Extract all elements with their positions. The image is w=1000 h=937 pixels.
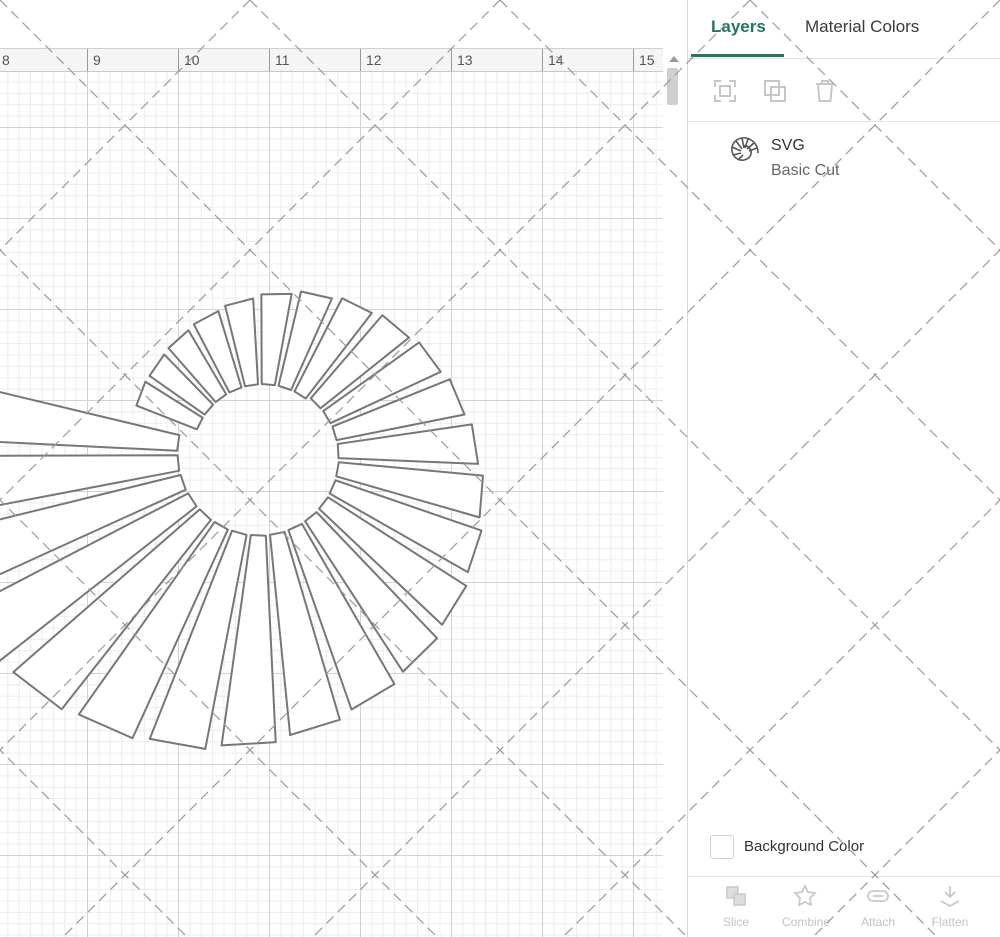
tab-material-colors[interactable]: Material Colors <box>805 17 919 37</box>
flatten-label: Flatten <box>931 915 969 929</box>
flatten-button[interactable]: Flatten <box>922 883 978 935</box>
layer-toolbar <box>688 59 1000 122</box>
slice-label: Slice <box>722 915 749 929</box>
delete-icon[interactable] <box>812 78 838 104</box>
ruler-tick <box>178 49 179 71</box>
ruler-tick-label: 12 <box>366 52 382 68</box>
combine-label: Combine <box>781 915 831 929</box>
vertical-scrollbar[interactable] <box>663 48 687 937</box>
horizontal-ruler: 8 9 10 11 12 13 14 15 <box>0 48 663 72</box>
combine-button[interactable]: Combine <box>778 883 834 935</box>
ruler-tick-label: 13 <box>457 52 473 68</box>
scrollbar-thumb[interactable] <box>667 68 678 105</box>
ruler-tick-label: 15 <box>639 52 655 68</box>
attach-button[interactable]: Attach <box>850 883 906 935</box>
attach-label: Attach <box>860 915 896 929</box>
combine-icon <box>793 883 817 907</box>
ruler-tick <box>633 49 634 71</box>
layer-name: SVG <box>771 137 805 154</box>
layer-item[interactable]: SVG Basic Cut <box>688 122 1000 192</box>
ruler-tick-label: 8 <box>2 52 10 68</box>
ruler-tick-label: 10 <box>184 52 200 68</box>
slice-icon <box>726 886 746 906</box>
duplicate-icon[interactable] <box>762 78 788 104</box>
ruler-tick <box>451 49 452 71</box>
active-tab-indicator <box>691 54 784 57</box>
ruler-tick <box>360 49 361 71</box>
ruler-tick-label: 14 <box>548 52 564 68</box>
spiral-shell-artwork[interactable] <box>0 0 687 937</box>
layer-operation[interactable]: Basic Cut <box>771 162 839 180</box>
ruler-tick <box>269 49 270 71</box>
background-color-label: Background Color <box>744 838 865 855</box>
ruler-tick-label: 9 <box>93 52 101 68</box>
scroll-up-arrow-icon[interactable] <box>669 56 679 62</box>
tab-layers[interactable]: Layers <box>711 17 766 37</box>
background-color-row[interactable]: Background Color <box>688 832 1000 872</box>
select-all-icon[interactable] <box>712 78 738 104</box>
slice-button[interactable]: Slice <box>708 883 764 935</box>
ruler-tick-label: 11 <box>275 52 290 68</box>
background-color-swatch[interactable] <box>710 835 734 859</box>
bottom-toolbar: Slice Combine Attach Flatten <box>688 876 1000 937</box>
ruler-tick <box>87 49 88 71</box>
attach-icon <box>867 890 889 902</box>
spiral-shell-icon <box>731 137 759 161</box>
panel-tabs: Layers Material Colors <box>688 0 1000 59</box>
ruler-tick <box>542 49 543 71</box>
flatten-icon <box>940 886 960 908</box>
layers-panel: Layers Material Colors SVG Basic Cut Bac… <box>687 0 1000 937</box>
